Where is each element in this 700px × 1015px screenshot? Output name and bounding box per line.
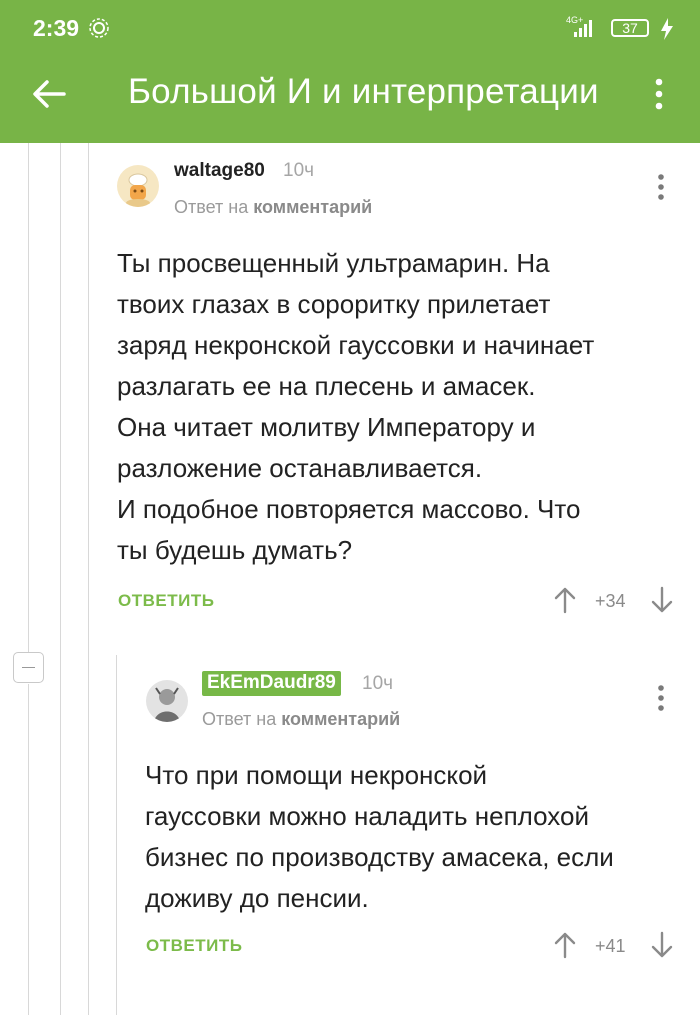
arrow-down-icon[interactable] bbox=[650, 586, 674, 619]
network-type: 4G+ bbox=[566, 15, 583, 25]
reply-info[interactable]: Ответ на комментарий bbox=[174, 197, 372, 218]
status-time: 2:39 bbox=[33, 15, 80, 41]
thread-line bbox=[60, 143, 61, 1015]
reply-button[interactable]: ОТВЕТИТЬ bbox=[118, 591, 214, 611]
comment-menu-icon[interactable] bbox=[654, 173, 668, 208]
battery-level: 37 bbox=[622, 20, 638, 36]
thread-line bbox=[116, 655, 117, 1015]
avatar[interactable] bbox=[146, 680, 188, 722]
username[interactable]: waltage80 bbox=[174, 160, 265, 182]
reply-button[interactable]: ОТВЕТИТЬ bbox=[146, 936, 242, 956]
reply-target-link[interactable]: комментарий bbox=[281, 709, 400, 729]
back-arrow-icon[interactable] bbox=[28, 74, 68, 119]
vote-score: +34 bbox=[595, 591, 626, 611]
comment-text: Что при помощи некронской гауссовки можн… bbox=[145, 760, 614, 913]
comment-menu-icon[interactable] bbox=[654, 684, 668, 719]
comment-time: 10ч bbox=[283, 160, 315, 181]
collapse-icon[interactable] bbox=[13, 652, 44, 683]
comment-time: 10ч bbox=[362, 673, 394, 694]
username-badge[interactable]: EkEmDaudr89 bbox=[202, 671, 341, 696]
arrow-down-icon[interactable] bbox=[650, 931, 674, 964]
thread-line bbox=[28, 684, 29, 1015]
more-vert-icon[interactable] bbox=[651, 78, 667, 117]
charging-icon bbox=[661, 18, 673, 45]
battery-icon: 37 bbox=[611, 19, 649, 37]
reply-prefix: Ответ на bbox=[202, 709, 277, 729]
reply-target-link[interactable]: комментарий bbox=[253, 197, 372, 217]
thread-line bbox=[88, 143, 89, 1015]
vote-score: +41 bbox=[595, 936, 626, 956]
notification-icon bbox=[88, 17, 110, 44]
signal-icon: 4G+ bbox=[566, 14, 602, 45]
status-bar: 2:39 4G+ 37 bbox=[0, 0, 700, 58]
comment-text: Ты просвещенный ультрамарин. На твоих гл… bbox=[117, 248, 595, 565]
reply-prefix: Ответ на bbox=[174, 197, 249, 217]
app-header: 2:39 4G+ 37 Большой И и интерпретации bbox=[0, 0, 700, 143]
avatar[interactable] bbox=[117, 165, 159, 207]
thread-line bbox=[28, 143, 29, 653]
reply-info[interactable]: Ответ на комментарий bbox=[202, 709, 400, 730]
page-title: Большой И и интерпретации bbox=[128, 72, 599, 111]
arrow-up-icon[interactable] bbox=[553, 586, 577, 619]
arrow-up-icon[interactable] bbox=[553, 931, 577, 964]
